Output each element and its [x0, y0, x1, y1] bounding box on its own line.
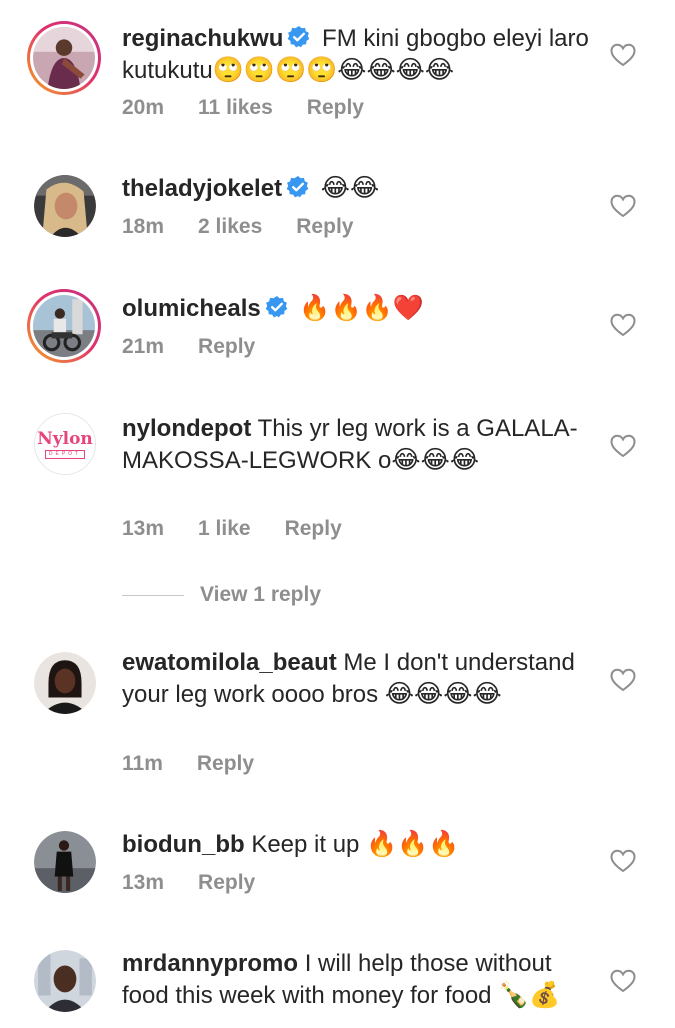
- avatar[interactable]: [34, 831, 96, 893]
- avatar[interactable]: [27, 289, 101, 363]
- reply-button[interactable]: Reply: [198, 871, 255, 895]
- comment-body: biodun_bb Keep it up 🔥🔥🔥: [122, 828, 592, 860]
- avatar-photo: [34, 831, 96, 893]
- comment-meta: 21m Reply: [122, 335, 289, 359]
- comment-emoji: 🍾💰: [498, 980, 561, 1009]
- verified-badge-icon: [286, 175, 310, 199]
- reply-button[interactable]: Reply: [197, 752, 254, 776]
- comment-emoji: 🙄🙄🙄🙄😂😂😂😂: [212, 55, 455, 84]
- comment-timestamp: 11m: [122, 752, 163, 775]
- comment-meta: 13m Reply: [122, 871, 289, 895]
- comment-username[interactable]: nylondepot: [122, 415, 251, 442]
- like-heart-icon[interactable]: [610, 434, 636, 458]
- comment-meta: 11m Reply: [122, 752, 288, 776]
- comment-username[interactable]: biodun_bb: [122, 831, 245, 858]
- view-replies-label: View 1 reply: [200, 583, 322, 606]
- avatar[interactable]: [27, 21, 101, 95]
- comment-emoji: 😂😂😂: [391, 445, 480, 474]
- comment-emoji: 😂😂: [320, 173, 380, 202]
- comment-timestamp: 13m: [122, 517, 165, 540]
- view-replies-divider: [122, 594, 184, 596]
- comment-timestamp: 13m: [122, 871, 165, 894]
- nylon-logo-text: Nylon: [37, 428, 93, 449]
- comment-username[interactable]: olumicheals: [122, 295, 261, 322]
- comment-emoji: 🔥🔥🔥❤️: [299, 293, 424, 322]
- like-heart-icon[interactable]: [610, 313, 636, 337]
- nylon-logo-subtext: DEPOT: [44, 449, 86, 459]
- like-heart-icon[interactable]: [610, 43, 636, 67]
- comment-likes-link[interactable]: 2 likes: [198, 215, 262, 239]
- comment-body: mrdannypromo I will help those without f…: [122, 948, 592, 1011]
- reply-button[interactable]: Reply: [307, 96, 364, 120]
- verified-badge-icon: [287, 25, 311, 49]
- comment-meta: 20m 11 likes Reply: [122, 96, 398, 120]
- avatar[interactable]: [34, 175, 96, 237]
- reply-button[interactable]: Reply: [296, 215, 353, 239]
- comment-meta: 13m 1 like Reply: [122, 517, 376, 541]
- comment-username[interactable]: reginachukwu: [122, 25, 283, 52]
- comment-body: reginachukwu FM kini gbogbo eleyi laro k…: [122, 23, 592, 86]
- avatar[interactable]: [34, 652, 96, 714]
- avatar[interactable]: [34, 950, 96, 1012]
- comment-body: nylondepot This yr leg work is a GALALA-…: [122, 413, 592, 476]
- reply-button[interactable]: Reply: [198, 335, 255, 359]
- comment-username[interactable]: theladyjokelet: [122, 175, 282, 202]
- avatar-photo: [34, 950, 96, 1012]
- like-heart-icon[interactable]: [610, 969, 636, 993]
- comment-body: theladyjokelet 😂😂: [122, 172, 592, 204]
- like-heart-icon[interactable]: [610, 194, 636, 218]
- like-heart-icon[interactable]: [610, 668, 636, 692]
- comment-timestamp: 20m: [122, 96, 165, 119]
- comment-likes-link[interactable]: 1 like: [198, 517, 251, 541]
- comment-body: olumicheals 🔥🔥🔥❤️: [122, 292, 592, 324]
- comment-body: ewatomilola_beaut Me I don't understand …: [122, 647, 592, 710]
- avatar-photo: [34, 652, 96, 714]
- verified-badge-icon: [265, 295, 289, 319]
- reply-button[interactable]: Reply: [285, 517, 342, 541]
- comment-text: Keep it up: [251, 831, 360, 858]
- avatar[interactable]: Nylon DEPOT: [34, 413, 96, 475]
- comment-meta: 18m 2 likes Reply: [122, 215, 387, 239]
- comment-timestamp: 18m: [122, 215, 165, 238]
- avatar-photo: [33, 295, 95, 357]
- avatar-photo: [34, 175, 96, 237]
- comment-timestamp: 21m: [122, 335, 165, 358]
- comment-username[interactable]: mrdannypromo: [122, 950, 298, 977]
- like-heart-icon[interactable]: [610, 849, 636, 873]
- comment-username[interactable]: ewatomilola_beaut: [122, 649, 337, 676]
- comment-likes-link[interactable]: 11 likes: [198, 96, 273, 120]
- comment-emoji: 😂😂😂😂: [384, 679, 502, 708]
- avatar-photo: [33, 27, 95, 89]
- comment-emoji: 🔥🔥🔥: [366, 829, 460, 858]
- view-replies-button[interactable]: View 1 reply: [122, 580, 321, 610]
